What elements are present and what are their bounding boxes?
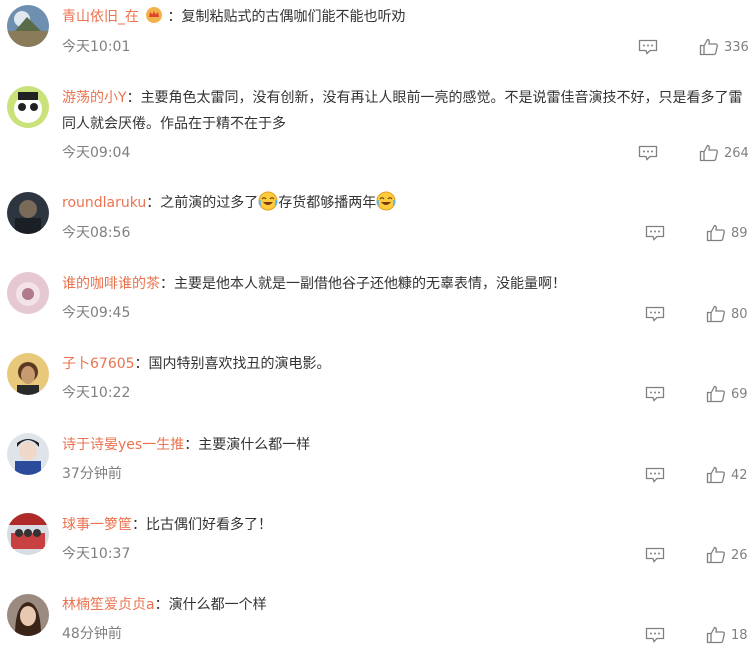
like-icon[interactable] xyxy=(699,144,719,162)
username-link[interactable]: 球事一箩筐 xyxy=(62,517,132,533)
comment-text: 游荡的小Y：主要角色太雷同，没有创新，没有再让人眼前一亮的感觉。不是说雷佳音演技… xyxy=(62,85,752,137)
like-count: 264 xyxy=(724,146,749,161)
comment-text: 青山依旧_在 ：复制粘贴式的古偶咖们能不能也听劝 xyxy=(62,4,405,30)
comment-content: 存货都够播两年 xyxy=(278,195,377,211)
comment-text: 林楠笙爱贞贞a：演什么都一个样 xyxy=(62,592,267,618)
avatar[interactable] xyxy=(7,594,49,636)
username-link[interactable]: 林楠笙爱贞贞a xyxy=(62,597,155,613)
comment-time: 今天09:04 xyxy=(62,145,131,161)
avatar[interactable] xyxy=(7,272,49,314)
comment-time: 今天10:37 xyxy=(62,546,131,562)
comment-separator: ： xyxy=(167,9,182,25)
reply-icon[interactable] xyxy=(645,306,665,322)
like-icon[interactable] xyxy=(706,224,726,242)
laugh-cry-emoji-icon xyxy=(376,191,396,211)
avatar[interactable] xyxy=(7,192,49,234)
like-icon[interactable] xyxy=(706,546,726,564)
like-count: 26 xyxy=(731,548,748,563)
comment-content: 国内特别喜欢找丑的演电影。 xyxy=(148,356,331,372)
comment-separator: ： xyxy=(146,195,161,211)
comment-text: 球事一箩筐：比古偶们好看多了！ xyxy=(62,512,272,538)
comment-text: roundlaruku：之前演的过多了 存货都够播两年 xyxy=(62,190,396,216)
comment-text: 子卜67605：国内特别喜欢找丑的演电影。 xyxy=(62,351,331,377)
comment-content: 演什么都一个样 xyxy=(168,597,267,613)
like-count: 89 xyxy=(731,226,748,241)
comment-text: 诗于诗晏yes一生推：主要演什么都一样 xyxy=(62,432,310,458)
comment-content: 主要角色太雷同，没有创新，没有再让人眼前一亮的感觉。不是说雷佳音演技不好，只是看… xyxy=(62,90,743,132)
username-link[interactable]: roundlaruku xyxy=(62,195,146,211)
comment-separator: ： xyxy=(154,597,169,613)
laugh-cry-emoji-icon xyxy=(258,191,278,211)
like-icon[interactable] xyxy=(706,385,726,403)
avatar[interactable] xyxy=(7,353,49,395)
comment-text: 谁的咖啡谁的茶：主要是他本人就是一副借他谷子还他糠的无辜表情，没能量啊！ xyxy=(62,271,566,297)
comment-time: 今天08:56 xyxy=(62,225,131,241)
comment-content: 主要演什么都一样 xyxy=(198,437,311,453)
crown-badge-icon xyxy=(145,6,163,24)
comment-separator: ： xyxy=(184,437,199,453)
reply-icon[interactable] xyxy=(645,225,665,241)
comment-content: 之前演的过多了 xyxy=(160,195,259,211)
like-count: 18 xyxy=(731,628,748,643)
comment-time: 37分钟前 xyxy=(62,466,122,482)
like-icon[interactable] xyxy=(706,305,726,323)
reply-icon[interactable] xyxy=(645,627,665,643)
avatar[interactable] xyxy=(7,86,49,128)
username-link[interactable]: 诗于诗晏yes一生推 xyxy=(62,437,184,453)
like-count: 42 xyxy=(731,468,748,483)
reply-icon[interactable] xyxy=(638,145,658,161)
avatar[interactable] xyxy=(7,5,49,47)
avatar[interactable] xyxy=(7,513,49,555)
comment-time: 今天09:45 xyxy=(62,305,131,321)
reply-icon[interactable] xyxy=(645,467,665,483)
username-link[interactable]: 子卜67605 xyxy=(62,356,135,372)
reply-icon[interactable] xyxy=(638,39,658,55)
like-icon[interactable] xyxy=(706,466,726,484)
reply-icon[interactable] xyxy=(645,386,665,402)
like-count: 69 xyxy=(731,387,748,402)
comment-time: 今天10:01 xyxy=(62,39,131,55)
comment-separator: ： xyxy=(126,90,141,106)
avatar[interactable] xyxy=(7,433,49,475)
comment-time: 48分钟前 xyxy=(62,626,122,642)
reply-icon[interactable] xyxy=(645,547,665,563)
like-count: 336 xyxy=(724,40,749,55)
username-link[interactable]: 游荡的小Y xyxy=(62,90,127,106)
comment-separator: ： xyxy=(134,356,149,372)
comment-time: 今天10:22 xyxy=(62,385,131,401)
username-link[interactable]: 谁的咖啡谁的茶 xyxy=(62,276,160,292)
like-count: 80 xyxy=(731,307,748,322)
like-icon[interactable] xyxy=(706,626,726,644)
comment-separator: ： xyxy=(132,517,146,533)
username-link[interactable]: 青山依旧_在 xyxy=(62,9,139,25)
comment-separator: ： xyxy=(160,276,174,292)
comment-content: 复制粘贴式的古偶咖们能不能也听劝 xyxy=(181,9,406,25)
like-icon[interactable] xyxy=(699,38,719,56)
comment-content: 比古偶们好看多了！ xyxy=(146,517,272,533)
comment-content: 主要是他本人就是一副借他谷子还他糠的无辜表情，没能量啊！ xyxy=(174,276,566,292)
